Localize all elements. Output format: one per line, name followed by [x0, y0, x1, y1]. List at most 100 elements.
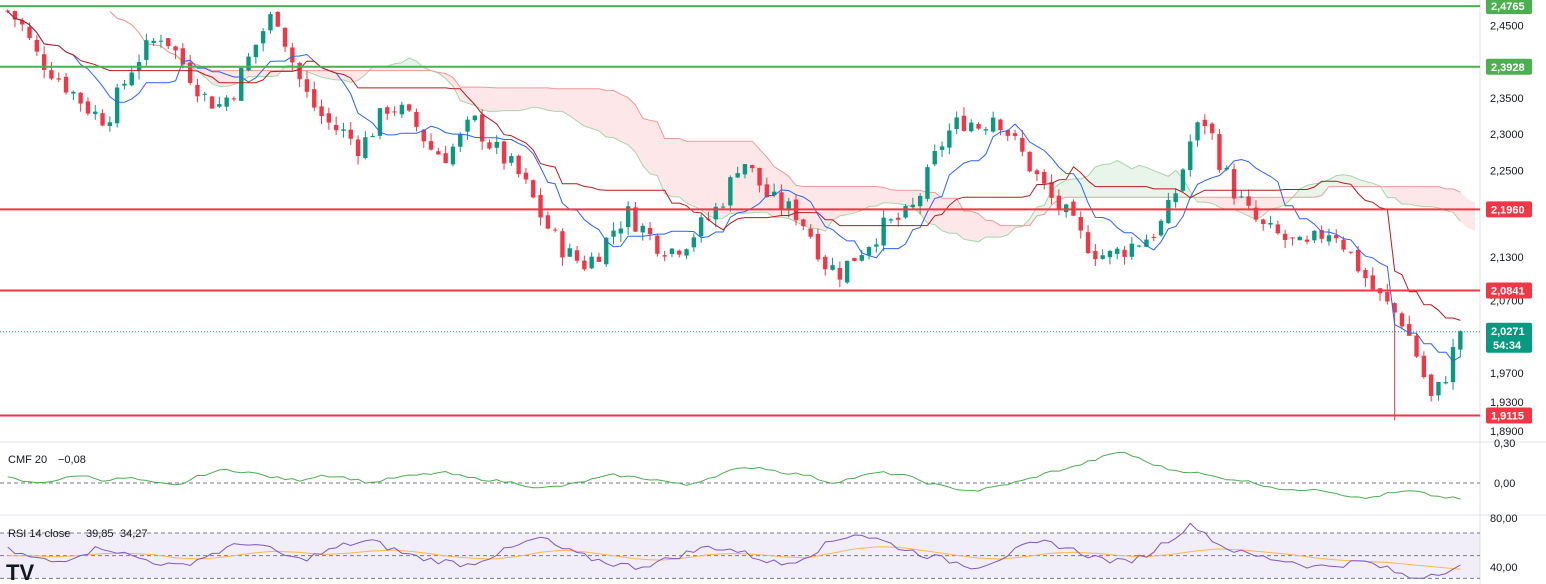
cloud-segment [1131, 165, 1140, 198]
candle-body [1107, 251, 1113, 258]
candle-body [896, 217, 901, 220]
cloud-segment [832, 186, 840, 221]
price-tick-label: 2,1300 [1490, 252, 1524, 264]
rsi-title: RSI 14 close [8, 528, 70, 540]
candle-body [1063, 204, 1069, 213]
candle-body [866, 247, 872, 256]
candle-body [114, 87, 120, 124]
candle-body [1261, 219, 1266, 224]
candle-body [1399, 313, 1405, 327]
candle-body [903, 206, 908, 218]
cloud-segment [1423, 186, 1432, 207]
candle-body [1450, 347, 1456, 383]
candle [925, 164, 930, 202]
candle-body [158, 40, 164, 42]
candle-body [173, 46, 178, 51]
candle-body [1370, 275, 1375, 290]
candle-body [209, 96, 215, 109]
candle-body [1282, 233, 1288, 240]
candle-body [976, 124, 981, 129]
cloud-segment [898, 190, 906, 205]
candle-body [414, 111, 419, 127]
cloud-segment [248, 70, 256, 77]
cloud-segment [890, 189, 899, 204]
candle-body [961, 115, 967, 131]
candle-body [633, 207, 638, 232]
candle-body [78, 92, 83, 104]
candle-body [93, 111, 98, 115]
candle-body [939, 146, 945, 150]
cloud-segment [664, 138, 672, 197]
cloud-segment [577, 88, 585, 126]
candle-body [735, 173, 740, 178]
candle-body [837, 267, 843, 280]
cloud-segment [547, 87, 556, 112]
candle [114, 83, 120, 128]
candle-body [428, 141, 434, 150]
candle-body [1020, 137, 1025, 152]
candle-body [107, 122, 113, 127]
cloud-segment [679, 138, 687, 204]
candle [1071, 199, 1076, 217]
candle-body [954, 117, 959, 130]
candle-body [1246, 196, 1251, 206]
candle-body [823, 256, 828, 270]
candle-body [370, 135, 375, 138]
cloud-segment [1109, 160, 1118, 198]
candle-body [458, 134, 463, 147]
candle-body [1136, 245, 1142, 247]
candle-body [611, 230, 616, 237]
candle-body [662, 255, 667, 257]
cloud-segment [642, 118, 651, 174]
candle-body [655, 235, 660, 254]
candle [268, 11, 273, 34]
candle [531, 179, 536, 199]
candle-body [1275, 224, 1281, 234]
candle-body [63, 76, 69, 93]
cmf-tick-label: 0,30 [1494, 438, 1515, 450]
cloud-segment [1146, 167, 1154, 198]
candle-body [71, 91, 76, 94]
cloud-segment [971, 211, 979, 242]
tradingview-logo: TV [6, 560, 34, 584]
candle-body [341, 129, 346, 131]
candle-body [268, 14, 273, 31]
cloud-segment [1431, 186, 1439, 208]
candle-body [1312, 230, 1317, 241]
cloud-segment [1270, 197, 1278, 209]
candle-body [399, 104, 405, 115]
candle-body [1297, 236, 1302, 241]
chart-background [0, 0, 1546, 584]
candle [903, 204, 908, 220]
candle-body [1458, 331, 1463, 350]
rsi-tick-label: 40,00 [1490, 562, 1518, 574]
candle [655, 234, 660, 257]
candle-body [217, 104, 222, 107]
candle-body [1341, 239, 1346, 250]
candle-body [1217, 134, 1222, 170]
candle-body [1188, 141, 1193, 170]
candle-body [443, 153, 448, 164]
cloud-segment [518, 87, 526, 111]
candle-body [1407, 324, 1412, 336]
cloud-segment [591, 88, 599, 131]
candle-body [684, 249, 689, 256]
candle-body [1209, 123, 1215, 134]
candle-body [998, 119, 1003, 131]
candle-body [830, 265, 835, 270]
cloud-segment [489, 87, 497, 112]
candle-body [363, 137, 368, 159]
candle-body [166, 38, 171, 47]
trading-chart[interactable]: 2,45002,35002,30002,25002,13002,07001,97… [0, 0, 1546, 584]
candle-body [1042, 171, 1047, 184]
candle-body [750, 165, 755, 169]
candle-body [501, 141, 507, 164]
candle-body [100, 113, 105, 126]
candle-body [910, 204, 916, 208]
cloud-segment [985, 220, 994, 238]
candle-body [224, 97, 229, 107]
candle-body [231, 98, 237, 100]
cloud-segment [1139, 165, 1147, 198]
candle-body [698, 217, 704, 237]
candle-body [589, 256, 594, 269]
